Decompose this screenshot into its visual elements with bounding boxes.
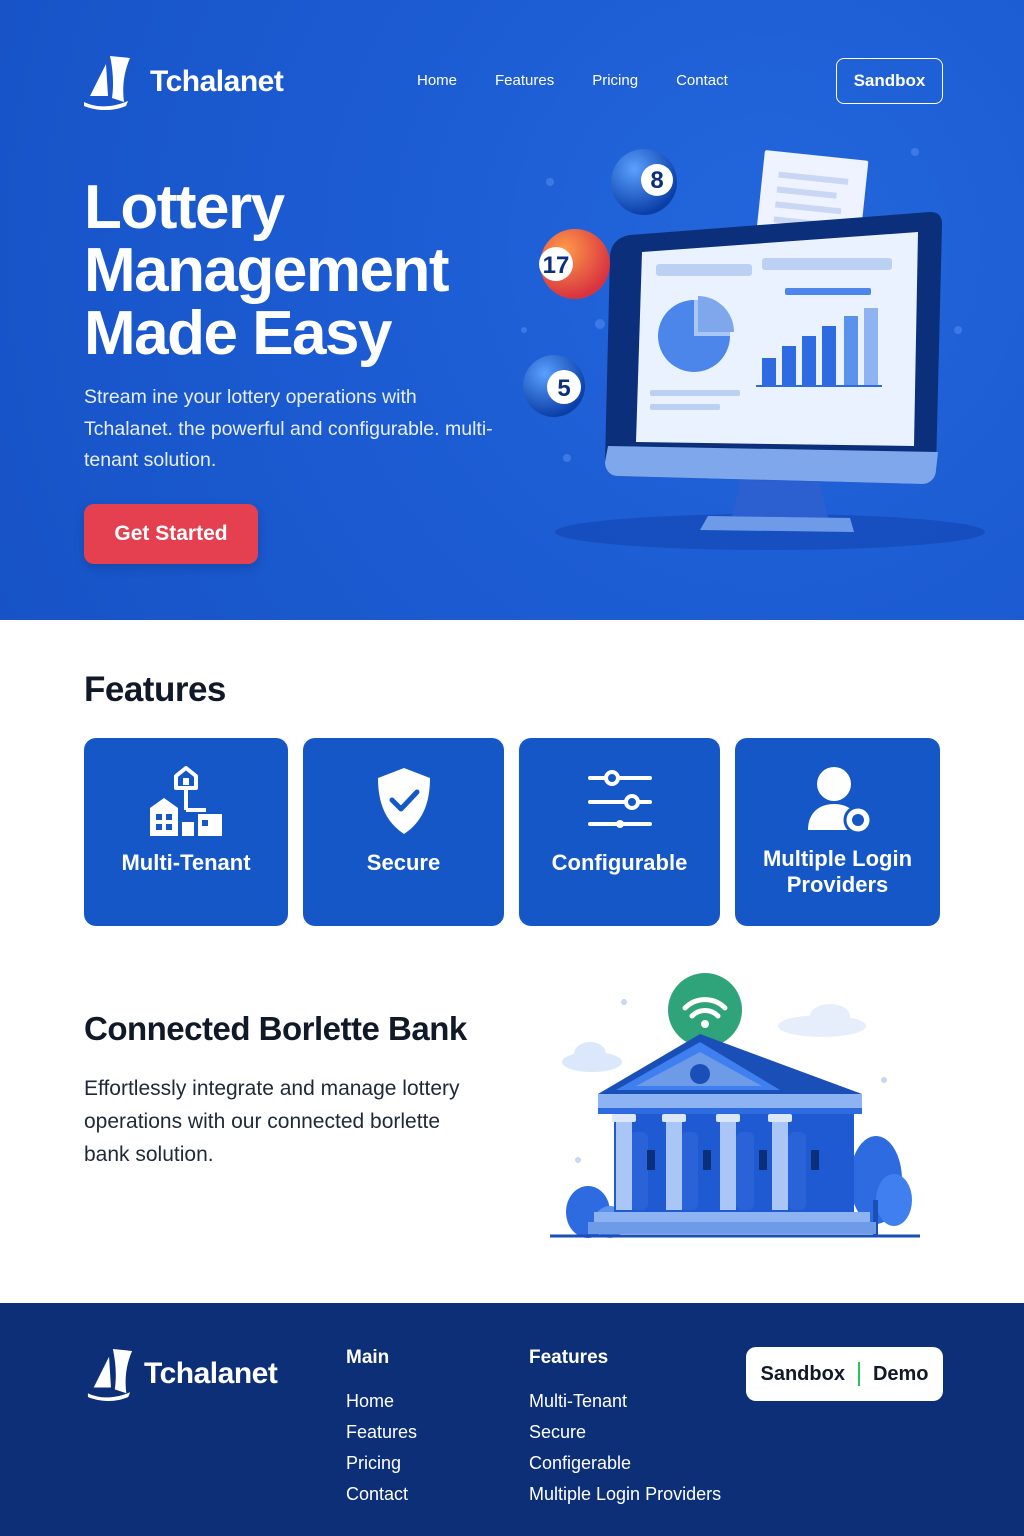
sandbox-button[interactable]: Sandbox xyxy=(836,58,943,104)
decor-dot xyxy=(563,454,571,462)
hero-title-line: Management xyxy=(84,236,449,305)
hero-title: Lottery Management Made Easy xyxy=(84,176,514,365)
footer-link-multi-tenant[interactable]: Multi-Tenant xyxy=(529,1386,721,1417)
cloud-icon xyxy=(778,1004,866,1037)
svg-text:8: 8 xyxy=(650,167,663,194)
footer-link-pricing[interactable]: Pricing xyxy=(346,1448,417,1479)
monitor xyxy=(605,212,942,532)
nav-link-features[interactable]: Features xyxy=(495,72,554,89)
footer-brand-logo[interactable]: Tchalanet xyxy=(86,1347,278,1401)
footer-link-secure[interactable]: Secure xyxy=(529,1417,721,1448)
hero-title-line: Lottery xyxy=(84,173,285,242)
sliders-icon xyxy=(587,770,652,828)
user-badge-icon xyxy=(807,767,872,835)
feature-card-multi-tenant[interactable]: Multi-Tenant xyxy=(84,738,288,926)
feature-card-label: Configurable xyxy=(551,850,688,875)
sailboat-icon xyxy=(87,1349,133,1401)
decor-dot xyxy=(546,178,554,186)
hero-title-line: Made Easy xyxy=(84,299,393,368)
hero-section: Tchalanet Home Features Pricing Contact … xyxy=(0,0,1024,620)
footer-sandbox-button[interactable]: Sandbox xyxy=(747,1363,857,1386)
footer-link-home[interactable]: Home xyxy=(346,1386,417,1417)
hero-subtitle: Stream ine your lottery operations with … xyxy=(84,386,493,471)
footer-main-column: Main Home Features Pricing Contact xyxy=(346,1347,417,1510)
footer-link-login-providers[interactable]: Multiple Login Providers xyxy=(529,1479,721,1510)
nav-link-contact[interactable]: Contact xyxy=(676,72,728,89)
footer-demo-button[interactable]: Demo xyxy=(860,1363,942,1386)
bank-description: Effortlessly integrate and manage lotter… xyxy=(84,1077,460,1166)
feature-card-label: Secure xyxy=(366,850,441,875)
footer-features-column: Features Multi-Tenant Secure Configerabl… xyxy=(529,1347,721,1510)
decor-dot xyxy=(954,326,962,334)
feature-card-configurable[interactable]: Configurable xyxy=(519,738,720,926)
main-nav: Home Features Pricing Contact xyxy=(417,72,766,89)
lottery-ball-5: 5 xyxy=(523,355,585,417)
decor-dot xyxy=(911,148,919,156)
decor-dot xyxy=(521,327,527,333)
features-heading: Features xyxy=(84,670,226,709)
get-started-button[interactable]: Get Started xyxy=(84,504,258,564)
feature-card-label: Multiple Login Providers xyxy=(762,846,913,897)
sailboat-icon xyxy=(84,56,130,110)
footer-action-buttons: Sandbox Demo xyxy=(746,1347,943,1401)
lottery-ball-17: 17 xyxy=(539,229,610,299)
feature-card-secure[interactable]: Secure xyxy=(303,738,504,926)
nav-link-pricing[interactable]: Pricing xyxy=(592,72,638,89)
footer-main-heading: Main xyxy=(346,1347,390,1368)
decor-dot xyxy=(595,319,605,329)
building-icon xyxy=(150,766,222,836)
footer: Tchalanet Main Home Features Pricing Con… xyxy=(0,1303,1024,1536)
footer-brand-name: Tchalanet xyxy=(144,1357,278,1390)
dashboard-illustration: 8 17 5 xyxy=(521,148,985,550)
feature-card-label: Multi-Tenant xyxy=(121,850,251,875)
bank-heading: Connected Borlette Bank xyxy=(84,1010,467,1047)
footer-link-configurable[interactable]: Configerable xyxy=(529,1448,721,1479)
footer-link-features[interactable]: Features xyxy=(346,1417,417,1448)
feature-card-login-providers[interactable]: Multiple Login Providers xyxy=(735,738,940,926)
svg-text:17: 17 xyxy=(543,252,570,279)
lottery-ball-8: 8 xyxy=(611,149,677,215)
cloud-icon xyxy=(562,1042,622,1072)
footer-link-contact[interactable]: Contact xyxy=(346,1479,417,1510)
nav-link-home[interactable]: Home xyxy=(417,72,457,89)
shield-check-icon xyxy=(377,768,430,834)
footer-features-heading: Features xyxy=(529,1347,609,1368)
bank-illustration xyxy=(550,973,920,1238)
svg-text:5: 5 xyxy=(557,375,570,402)
brand-name: Tchalanet xyxy=(150,65,284,98)
brand-logo[interactable]: Tchalanet xyxy=(82,54,284,110)
